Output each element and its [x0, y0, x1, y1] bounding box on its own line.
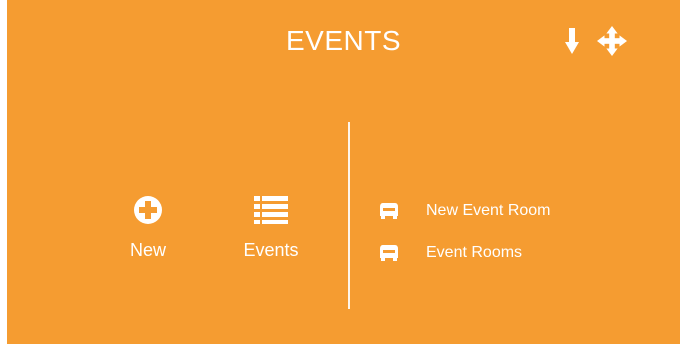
plus-circle-icon — [103, 190, 193, 230]
new-event-room-label: New Event Room — [426, 202, 551, 219]
move-icon[interactable] — [597, 24, 627, 58]
event-rooms-label: Event Rooms — [426, 244, 523, 261]
divider — [348, 122, 350, 309]
event-rooms-link[interactable]: Event Rooms — [378, 242, 522, 264]
new-event-room-link[interactable]: New Event Room — [378, 200, 551, 222]
arrow-down-icon[interactable] — [557, 24, 587, 58]
events-list-button[interactable]: Events — [226, 190, 316, 261]
events-label: Events — [243, 240, 299, 260]
new-label: New — [129, 240, 166, 260]
events-tile: EVENTS New Events New Event Room Event R… — [7, 0, 680, 344]
list-icon — [226, 190, 316, 230]
new-event-button[interactable]: New — [103, 190, 193, 261]
armchair-icon — [378, 200, 400, 222]
armchair-icon — [378, 242, 400, 264]
